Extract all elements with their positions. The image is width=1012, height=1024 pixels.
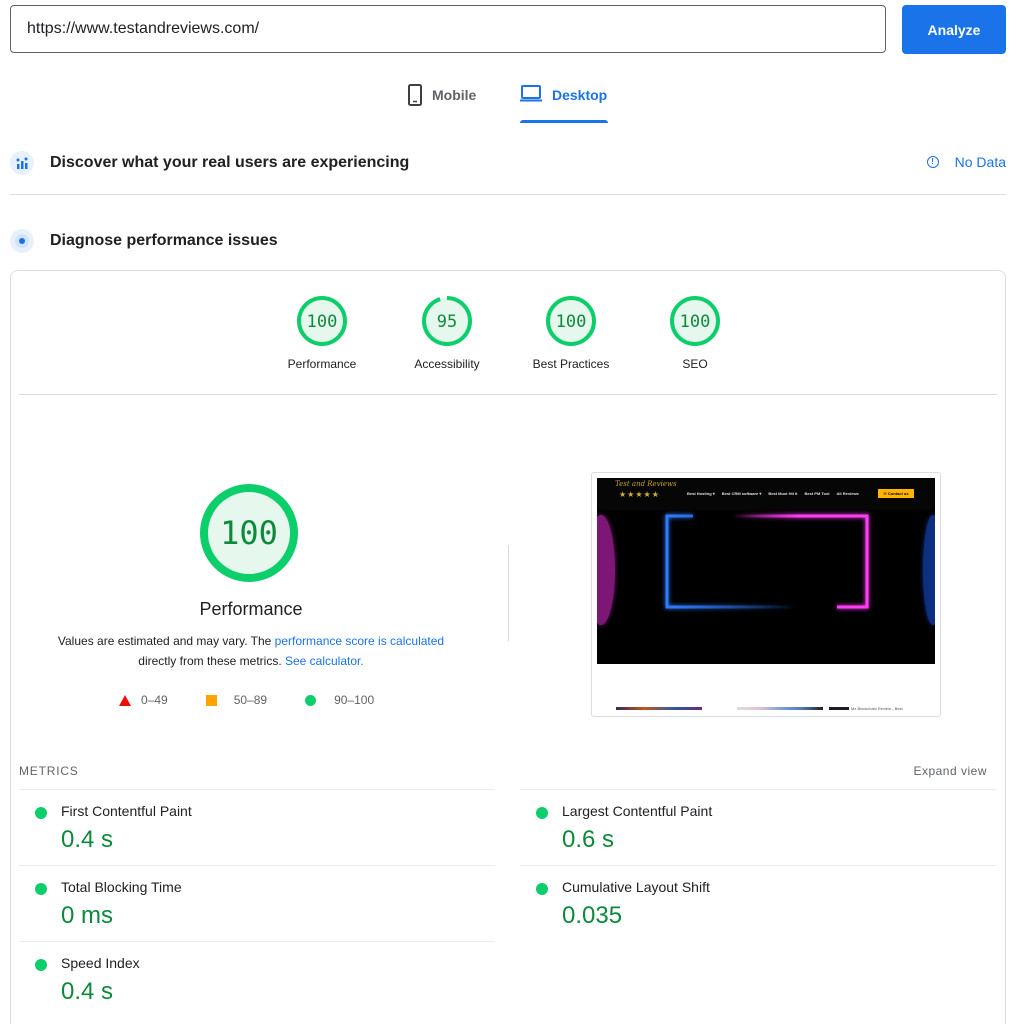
legend-range: 0–49 (141, 693, 168, 707)
phone-icon (408, 84, 422, 109)
screenshot-hero: Test and Reviews ★★★★★ Best Hosting ▾ Be… (597, 478, 935, 664)
legend-pass: 90–100 (305, 693, 374, 707)
gauge-score: 100 (680, 312, 711, 332)
metric-value: 0 ms (61, 902, 114, 929)
tab-desktop-label: Desktop (552, 87, 608, 103)
performance-description: Values are estimated and may vary. The p… (31, 631, 471, 671)
screenshot-card-image (616, 707, 702, 710)
screenshot-card-image (737, 707, 823, 710)
vertical-divider (508, 545, 509, 641)
gauge-score: 100 (307, 312, 338, 332)
tab-desktop[interactable]: Desktop (520, 84, 609, 124)
gauge-ring: 95 (422, 296, 472, 346)
neon-frame-graphic (597, 514, 935, 625)
performance-gauge-large: 100 (200, 484, 298, 582)
performance-score: 100 (220, 514, 278, 552)
divider (10, 194, 1006, 195)
legend-range: 90–100 (334, 693, 375, 707)
legend-range: 50–89 (233, 693, 268, 707)
laptop-icon (520, 84, 542, 105)
pass-circle-icon (35, 883, 47, 895)
gauge-score: 100 (556, 312, 587, 332)
gauge-label: Best Practices (532, 357, 610, 371)
metrics-header: METRICS (19, 764, 79, 778)
desc-text: Values are estimated and may vary. The (57, 634, 275, 648)
screenshot-card-title: Mz Blockchain Review - Best (851, 706, 903, 711)
metric-first-contentful-paint: First Contentful Paint 0.4 s (19, 789, 495, 865)
info-icon: ! (926, 156, 939, 168)
divider (19, 394, 997, 395)
metric-value: 0.4 s (61, 978, 114, 1005)
final-screenshot: Test and Reviews ★★★★★ Best Hosting ▾ Be… (591, 472, 941, 717)
gauge-ring: 100 (546, 296, 596, 346)
url-input[interactable] (10, 5, 886, 53)
screenshot-nav: Test and Reviews ★★★★★ Best Hosting ▾ Be… (597, 478, 935, 510)
screenshot-menu-item: Best Must Hit It (768, 491, 798, 496)
discover-title: Discover what your real users are experi… (50, 154, 410, 171)
gauge-accessibility[interactable]: 95 Accessibility (392, 295, 502, 371)
screenshot-logo: Test and Reviews (615, 480, 677, 488)
score-calculated-link[interactable]: performance score is calculated (275, 634, 444, 648)
score-legend: 0–49 50–89 90–100 (119, 693, 374, 707)
expand-view-toggle[interactable]: Expand view (913, 764, 987, 778)
gauge-ring: 100 (670, 296, 720, 346)
desc-text: directly from these metrics. (138, 654, 285, 668)
screenshot-menu-item: Best Hosting ▾ (687, 491, 715, 496)
pass-circle-icon (536, 807, 548, 819)
metric-value: 0.6 s (562, 826, 615, 853)
metric-label: Total Blocking Time (61, 879, 182, 895)
metric-value: 0.035 (562, 902, 623, 929)
square-icon (205, 694, 217, 706)
analyze-button[interactable]: Analyze (902, 5, 1006, 54)
gauge-label: Accessibility (414, 357, 480, 371)
no-data-label: No Data (954, 154, 1006, 170)
lighthouse-icon (10, 229, 34, 253)
diagnose-section: Diagnose performance issues (10, 228, 1006, 254)
tab-mobile[interactable]: Mobile (408, 84, 476, 124)
screenshot-menu-item: Best CRM software ▾ (721, 491, 762, 496)
screenshot-menu: Best Hosting ▾ Best CRM software ▾ Best … (687, 491, 866, 496)
screenshot-card-image (829, 707, 849, 710)
gauge-label: SEO (682, 357, 708, 371)
metric-label: Largest Contentful Paint (562, 803, 713, 819)
pass-circle-icon (35, 807, 47, 819)
discover-section: Discover what your real users are experi… (10, 150, 1006, 176)
pass-circle-icon (536, 883, 548, 895)
gauge-ring: 100 (297, 296, 347, 346)
diagnose-title: Diagnose performance issues (50, 232, 278, 249)
tab-mobile-label: Mobile (432, 87, 477, 103)
screenshot-contact-button: ✉ Contact us (878, 489, 914, 498)
metric-label: Cumulative Layout Shift (562, 879, 710, 895)
stars-icon: ★★★★★ (619, 490, 660, 499)
see-calculator-link[interactable]: See calculator. (285, 654, 364, 668)
circle-icon (305, 694, 317, 706)
metric-largest-contentful-paint: Largest Contentful Paint 0.6 s (520, 789, 996, 865)
gauge-seo[interactable]: 100 SEO (640, 295, 750, 371)
gauge-performance[interactable]: 100 Performance (267, 295, 377, 371)
no-data-link[interactable]: ! No Data (926, 154, 1006, 170)
triangle-icon (119, 694, 131, 706)
metric-speed-index: Speed Index 0.4 s (19, 941, 495, 1017)
crux-users-icon (10, 151, 34, 175)
report-card: 100 Performance 95 Accessibility 100 Bes… (10, 270, 1006, 1024)
metric-total-blocking-time: Total Blocking Time 0 ms (19, 865, 495, 941)
gauge-label: Performance (287, 357, 357, 371)
performance-title: Performance (199, 599, 303, 619)
screenshot-menu-item: Best PM Tool (804, 491, 830, 496)
metric-label: Speed Index (61, 955, 140, 971)
metric-cumulative-layout-shift: Cumulative Layout Shift 0.035 (520, 865, 996, 941)
metric-value: 0.4 s (61, 826, 114, 853)
screenshot-menu-item: All Reviews (836, 491, 859, 496)
legend-fail: 0–49 (119, 693, 168, 707)
pass-circle-icon (35, 959, 47, 971)
legend-average: 50–89 (205, 693, 268, 707)
metric-label: First Contentful Paint (61, 803, 192, 819)
gauge-score: 95 (437, 312, 457, 332)
gauge-best-practices[interactable]: 100 Best Practices (516, 295, 626, 371)
category-gauges: 100 Performance 95 Accessibility 100 Bes… (11, 295, 1007, 375)
